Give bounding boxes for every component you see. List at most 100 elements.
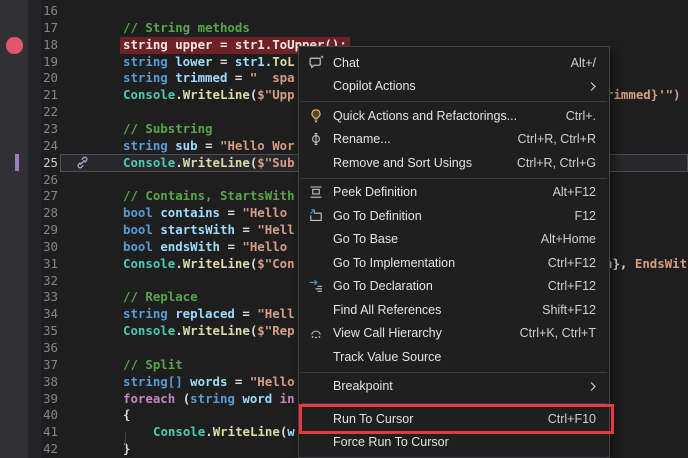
code-text: bool endsWith = "Hello xyxy=(123,239,295,256)
code-token: contains xyxy=(160,205,220,220)
menu-item-shortcut: Ctrl+F12 xyxy=(548,256,596,270)
code-token: . xyxy=(175,87,182,102)
menu-item-label: Go To Implementation xyxy=(333,256,548,270)
menu-item-force-run-to-cursor[interactable]: Force Run To Cursor xyxy=(299,431,609,455)
code-token: word xyxy=(242,391,272,406)
code-token: "Hello xyxy=(250,374,295,389)
menu-item-go-to-declaration[interactable]: Go To DeclarationCtrl+F12 xyxy=(299,275,609,299)
editor-context-menu: ChatAlt+/Copilot Actions Quick Actions an… xyxy=(298,46,610,458)
code-text: Console.WriteLine($"Rep xyxy=(123,323,295,340)
code-token: = xyxy=(227,374,249,389)
code-token: = xyxy=(213,54,235,69)
line-number: 36 xyxy=(0,340,58,357)
code-text: // Split xyxy=(123,357,183,374)
line-number: 31 xyxy=(0,256,58,273)
menu-item-label: Peek Definition xyxy=(333,185,553,199)
menu-item-view-call-hierarchy[interactable]: View Call HierarchyCtrl+K, Ctrl+T xyxy=(299,322,609,346)
line-number: 28 xyxy=(0,205,58,222)
code-fragment-line-21: rimmed}'") xyxy=(606,87,681,104)
code-text: // Replace xyxy=(123,289,198,306)
link-icon xyxy=(75,155,90,170)
code-line-17[interactable]: 17// String methods xyxy=(0,20,688,37)
menu-item-label: Breakpoint xyxy=(333,379,588,393)
menu-item-shortcut: Ctrl+R, Ctrl+G xyxy=(517,156,596,170)
menu-item-shortcut: Ctrl+F10 xyxy=(548,412,596,426)
code-token: WriteLine xyxy=(183,256,250,271)
code-text: string replaced = "Hell xyxy=(123,306,295,323)
menu-item-shortcut: Alt+Home xyxy=(541,232,596,246)
code-text: bool contains = "Hello xyxy=(123,205,295,222)
code-text: string lower = str1.ToL xyxy=(123,54,295,71)
lightbulb-icon xyxy=(299,108,333,124)
code-token: lower xyxy=(175,54,212,69)
line-number: 24 xyxy=(0,138,58,155)
code-token: "Hell xyxy=(257,306,294,321)
menu-item-go-to-implementation[interactable]: Go To ImplementationCtrl+F12 xyxy=(299,251,609,275)
code-token: "Hell xyxy=(257,222,294,237)
line-number: 34 xyxy=(0,306,58,323)
code-text: { xyxy=(123,407,130,424)
line-number: 41 xyxy=(0,424,58,441)
line-number: 35 xyxy=(0,323,58,340)
code-token: // Substring xyxy=(123,121,213,136)
line-number: 37 xyxy=(0,357,58,374)
menu-item-track-value-source[interactable]: Track Value Source xyxy=(299,345,609,369)
code-line-16[interactable]: 16 xyxy=(0,3,688,20)
menu-item-remove-and-sort-usings[interactable]: Remove and Sort UsingsCtrl+R, Ctrl+G xyxy=(299,151,609,175)
code-token: . xyxy=(175,256,182,271)
code-token: Console xyxy=(123,87,175,102)
code-text: Console.WriteLine($"Upp xyxy=(123,87,295,104)
rename-icon xyxy=(299,131,333,147)
line-number: 25 xyxy=(0,155,58,172)
code-token: $"Con xyxy=(257,256,294,271)
code-fragment-line-31: h}, EndsWit xyxy=(605,256,687,273)
code-token: WriteLine xyxy=(183,87,250,102)
code-token: " spa xyxy=(250,70,295,85)
code-token: }, xyxy=(612,256,634,271)
chevron-right-icon xyxy=(588,381,598,392)
menu-item-label: Go To Base xyxy=(333,232,541,246)
menu-item-go-to-definition[interactable]: Go To DefinitionF12 xyxy=(299,204,609,228)
code-token: bool xyxy=(123,205,160,220)
code-token: words xyxy=(190,374,227,389)
code-token: bool xyxy=(123,239,160,254)
code-token: = xyxy=(235,222,257,237)
breakpoint-dot-icon[interactable] xyxy=(6,37,23,54)
code-token: = xyxy=(198,138,220,153)
code-text: Console.WriteLine($"Con xyxy=(123,256,295,273)
menu-item-shortcut: Ctrl+R, Ctrl+R xyxy=(518,132,596,146)
menu-item-go-to-base[interactable]: Go To BaseAlt+Home xyxy=(299,228,609,252)
menu-item-label: Remove and Sort Usings xyxy=(333,156,517,170)
line-number: 40 xyxy=(0,407,58,424)
menu-item-label: Go To Definition xyxy=(333,209,574,223)
code-text: Console.WriteLine($"Sub xyxy=(123,155,295,172)
line-number: 38 xyxy=(0,374,58,391)
menu-item-shortcut: Alt+/ xyxy=(571,56,596,70)
code-token: rimmed}'") xyxy=(606,87,681,102)
code-token: Console xyxy=(123,256,175,271)
code-token: foreach xyxy=(123,391,183,406)
menu-item-copilot-actions[interactable]: Copilot Actions xyxy=(299,75,609,99)
code-token: Console xyxy=(153,424,205,439)
code-token: string xyxy=(123,306,175,321)
line-number: 29 xyxy=(0,222,58,239)
line-number: 32 xyxy=(0,273,58,290)
code-text: string trimmed = " spa xyxy=(123,70,295,87)
code-token: string xyxy=(190,391,242,406)
code-token: $"Upp xyxy=(257,87,294,102)
menu-item-run-to-cursor[interactable]: Run To CursorCtrl+F10 xyxy=(299,407,609,431)
menu-item-rename[interactable]: Rename...Ctrl+R, Ctrl+R xyxy=(299,128,609,152)
code-text: Console.WriteLine(w xyxy=(153,424,295,441)
menu-item-breakpoint[interactable]: Breakpoint xyxy=(299,375,609,399)
menu-item-shortcut: Ctrl+K, Ctrl+T xyxy=(520,326,596,340)
code-token: . xyxy=(175,323,182,338)
menu-item-peek-definition[interactable]: Peek DefinitionAlt+F12 xyxy=(299,181,609,205)
peek-definition-icon xyxy=(299,184,333,200)
code-text: bool startsWith = "Hell xyxy=(123,222,295,239)
menu-item-quick-actions-refactorings[interactable]: Quick Actions and Refactorings...Ctrl+. xyxy=(299,104,609,128)
menu-item-shortcut: Ctrl+. xyxy=(566,109,596,123)
menu-item-find-all-references[interactable]: Find All ReferencesShift+F12 xyxy=(299,298,609,322)
menu-item-shortcut: Ctrl+F12 xyxy=(548,279,596,293)
code-token: = xyxy=(220,239,242,254)
menu-item-chat[interactable]: ChatAlt+/ xyxy=(299,51,609,75)
